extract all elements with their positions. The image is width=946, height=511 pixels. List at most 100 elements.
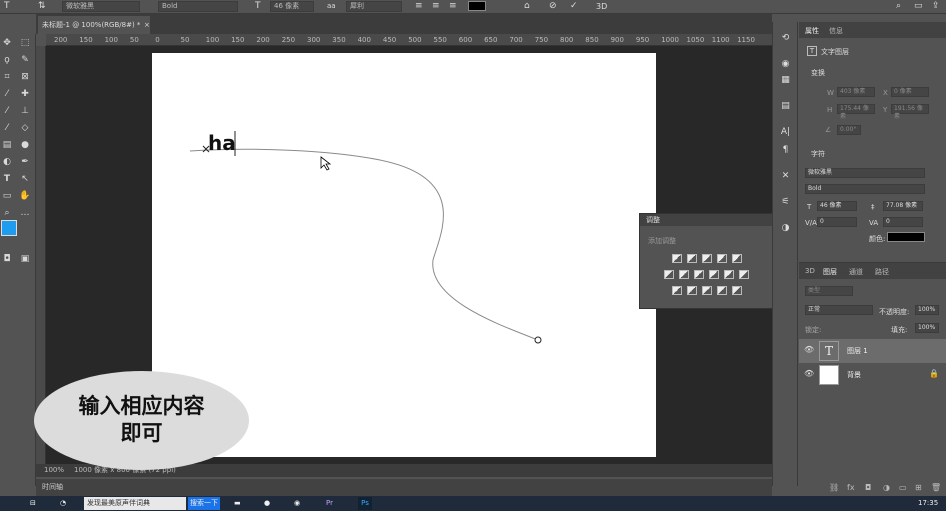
selective-color-adjust-icon[interactable]: [732, 286, 742, 295]
mouse-pointer-icon: [320, 156, 332, 171]
photoshop-icon[interactable]: Ps: [358, 497, 372, 510]
fill-label: 填充:: [891, 326, 908, 334]
link-layers-icon[interactable]: ⛓: [829, 483, 839, 492]
char-tracking[interactable]: 0: [883, 217, 923, 227]
adjustment-layer-icon[interactable]: ◑: [883, 483, 890, 492]
delete-layer-icon[interactable]: 🗑: [931, 483, 941, 492]
layers-tabbar: [799, 263, 946, 279]
zoom-level[interactable]: 100%: [44, 464, 64, 477]
tab-3d[interactable]: 3D: [805, 267, 815, 275]
layer-row[interactable]: 👁 背景 🔒: [799, 363, 946, 387]
levels-adjust-icon[interactable]: [687, 254, 697, 263]
premiere-icon[interactable]: Pr: [326, 497, 333, 510]
posterize-adjust-icon[interactable]: [687, 286, 697, 295]
chrome-icon[interactable]: ●: [264, 497, 270, 510]
threshold-adjust-icon[interactable]: [702, 286, 712, 295]
vibrance-adjust-icon[interactable]: [732, 254, 742, 263]
lock-label: 锁定:: [805, 326, 822, 334]
x-label: X: [883, 89, 888, 97]
layer-name[interactable]: 图层 1: [847, 346, 868, 356]
channel-mixer-adjust-icon[interactable]: [724, 270, 734, 279]
gradient-map-adjust-icon[interactable]: [717, 286, 727, 295]
brightness-adjust-icon[interactable]: [672, 254, 682, 263]
y-field[interactable]: 191.56 像素: [891, 104, 929, 120]
tab-channels[interactable]: 通道: [849, 267, 863, 277]
layer-name[interactable]: 背景: [847, 370, 861, 380]
windows-taskbar: ⊟ ◔ 发现最美原声伴词典 搜索一下 ▬ ● ◉ Pr Ps 17:35: [0, 496, 946, 511]
adjustments-panel-header[interactable]: 调整: [640, 214, 772, 226]
kerning-icon: V/A: [805, 219, 817, 227]
caption-text: 输入相应内容 即可: [34, 393, 249, 447]
taskbar-search-box[interactable]: 发现最美原声伴词典: [84, 497, 186, 510]
fill-field[interactable]: 100%: [915, 323, 939, 333]
fx-icon[interactable]: fx: [847, 483, 855, 492]
tab-paths[interactable]: 路径: [875, 267, 889, 277]
char-font-size[interactable]: 46 像素: [817, 201, 857, 211]
h-field[interactable]: 175.44 像素: [837, 104, 875, 120]
tab-properties[interactable]: 属性: [805, 26, 819, 36]
layer-row[interactable]: 👁 T 图层 1: [799, 339, 946, 363]
visibility-eye-icon[interactable]: 👁: [804, 369, 814, 378]
section-character[interactable]: 字符: [811, 149, 825, 159]
angle-field[interactable]: 0.00°: [837, 125, 861, 135]
mask-icon[interactable]: ◘: [865, 483, 871, 492]
typed-text[interactable]: ha: [208, 131, 236, 155]
char-color-swatch[interactable]: [887, 232, 925, 242]
section-transform[interactable]: 变换: [811, 68, 825, 78]
invert-adjust-icon[interactable]: [672, 286, 682, 295]
exposure-adjust-icon[interactable]: [717, 254, 727, 263]
path-anchor-point: [534, 336, 542, 344]
w-field[interactable]: 403 像素: [837, 87, 875, 97]
properties-icon[interactable]: ⚟: [779, 196, 792, 209]
color-label: 颜色:: [869, 235, 886, 243]
w-label: W: [827, 89, 834, 97]
tracking-icon: VA: [869, 219, 879, 227]
char-leading[interactable]: 77.08 像素: [883, 201, 923, 211]
opacity-field[interactable]: 100%: [915, 305, 939, 315]
angle-icon: ∠: [825, 126, 832, 134]
color-balance-adjust-icon[interactable]: [679, 270, 689, 279]
visibility-eye-icon[interactable]: 👁: [804, 345, 814, 354]
edge-icon[interactable]: ◔: [60, 497, 66, 510]
char-font-family[interactable]: 微软雅黑: [805, 168, 925, 178]
history-icon[interactable]: ⟲: [779, 32, 792, 45]
background-layer-thumbnail: [819, 365, 839, 385]
adjustments-subtitle: 添加调整: [648, 237, 676, 245]
layers-panel: 3D 图层 通道 路径 类型 正常 不透明度: 100% 锁定: 填充: 100…: [799, 262, 946, 480]
tab-info[interactable]: 信息: [829, 26, 843, 36]
tools-preset-icon[interactable]: ✕: [779, 170, 792, 183]
properties-panel: 属性 信息 T 文字图层 变换 W 403 像素 X 0 像素 H 175.44…: [799, 22, 946, 262]
h-label: H: [827, 106, 833, 114]
browser-icon[interactable]: ◉: [294, 497, 300, 510]
new-group-icon[interactable]: ▭: [899, 483, 907, 492]
properties-tabbar: [799, 22, 946, 38]
char-kerning[interactable]: 0: [817, 217, 857, 227]
curves-adjust-icon[interactable]: [702, 254, 712, 263]
paragraph-icon[interactable]: ¶: [779, 144, 792, 157]
leading-icon: ‡: [871, 203, 875, 211]
text-layer-icon: T: [807, 46, 817, 56]
task-view-icon[interactable]: ⊟: [30, 497, 36, 510]
folder-icon[interactable]: ▬: [234, 497, 241, 510]
taskbar-search-button[interactable]: 搜索一下: [188, 497, 220, 510]
timeline-panel-tab[interactable]: 时间轴: [36, 479, 772, 496]
char-font-style[interactable]: Bold: [805, 184, 925, 194]
adjustments-icon[interactable]: ◑: [779, 222, 792, 235]
tab-layers[interactable]: 图层: [823, 267, 837, 277]
swatches-icon[interactable]: ▦: [779, 74, 792, 87]
blend-mode-select[interactable]: 正常: [805, 305, 873, 315]
libraries-icon[interactable]: ▤: [779, 100, 792, 113]
opacity-label: 不透明度:: [879, 308, 910, 316]
hue-adjust-icon[interactable]: [664, 270, 674, 279]
color-icon[interactable]: ◉: [779, 58, 792, 71]
new-layer-icon[interactable]: ⊞: [915, 483, 922, 492]
layer-kind-filter[interactable]: 类型: [805, 286, 853, 296]
photo-filter-adjust-icon[interactable]: [709, 270, 719, 279]
text-path-curve: [189, 148, 539, 341]
black-white-adjust-icon[interactable]: [694, 270, 704, 279]
x-field[interactable]: 0 像素: [891, 87, 929, 97]
character-icon[interactable]: A|: [779, 126, 792, 139]
color-lookup-adjust-icon[interactable]: [739, 270, 749, 279]
caption-line-2: 即可: [120, 421, 163, 445]
clock: 17:35: [918, 499, 939, 507]
